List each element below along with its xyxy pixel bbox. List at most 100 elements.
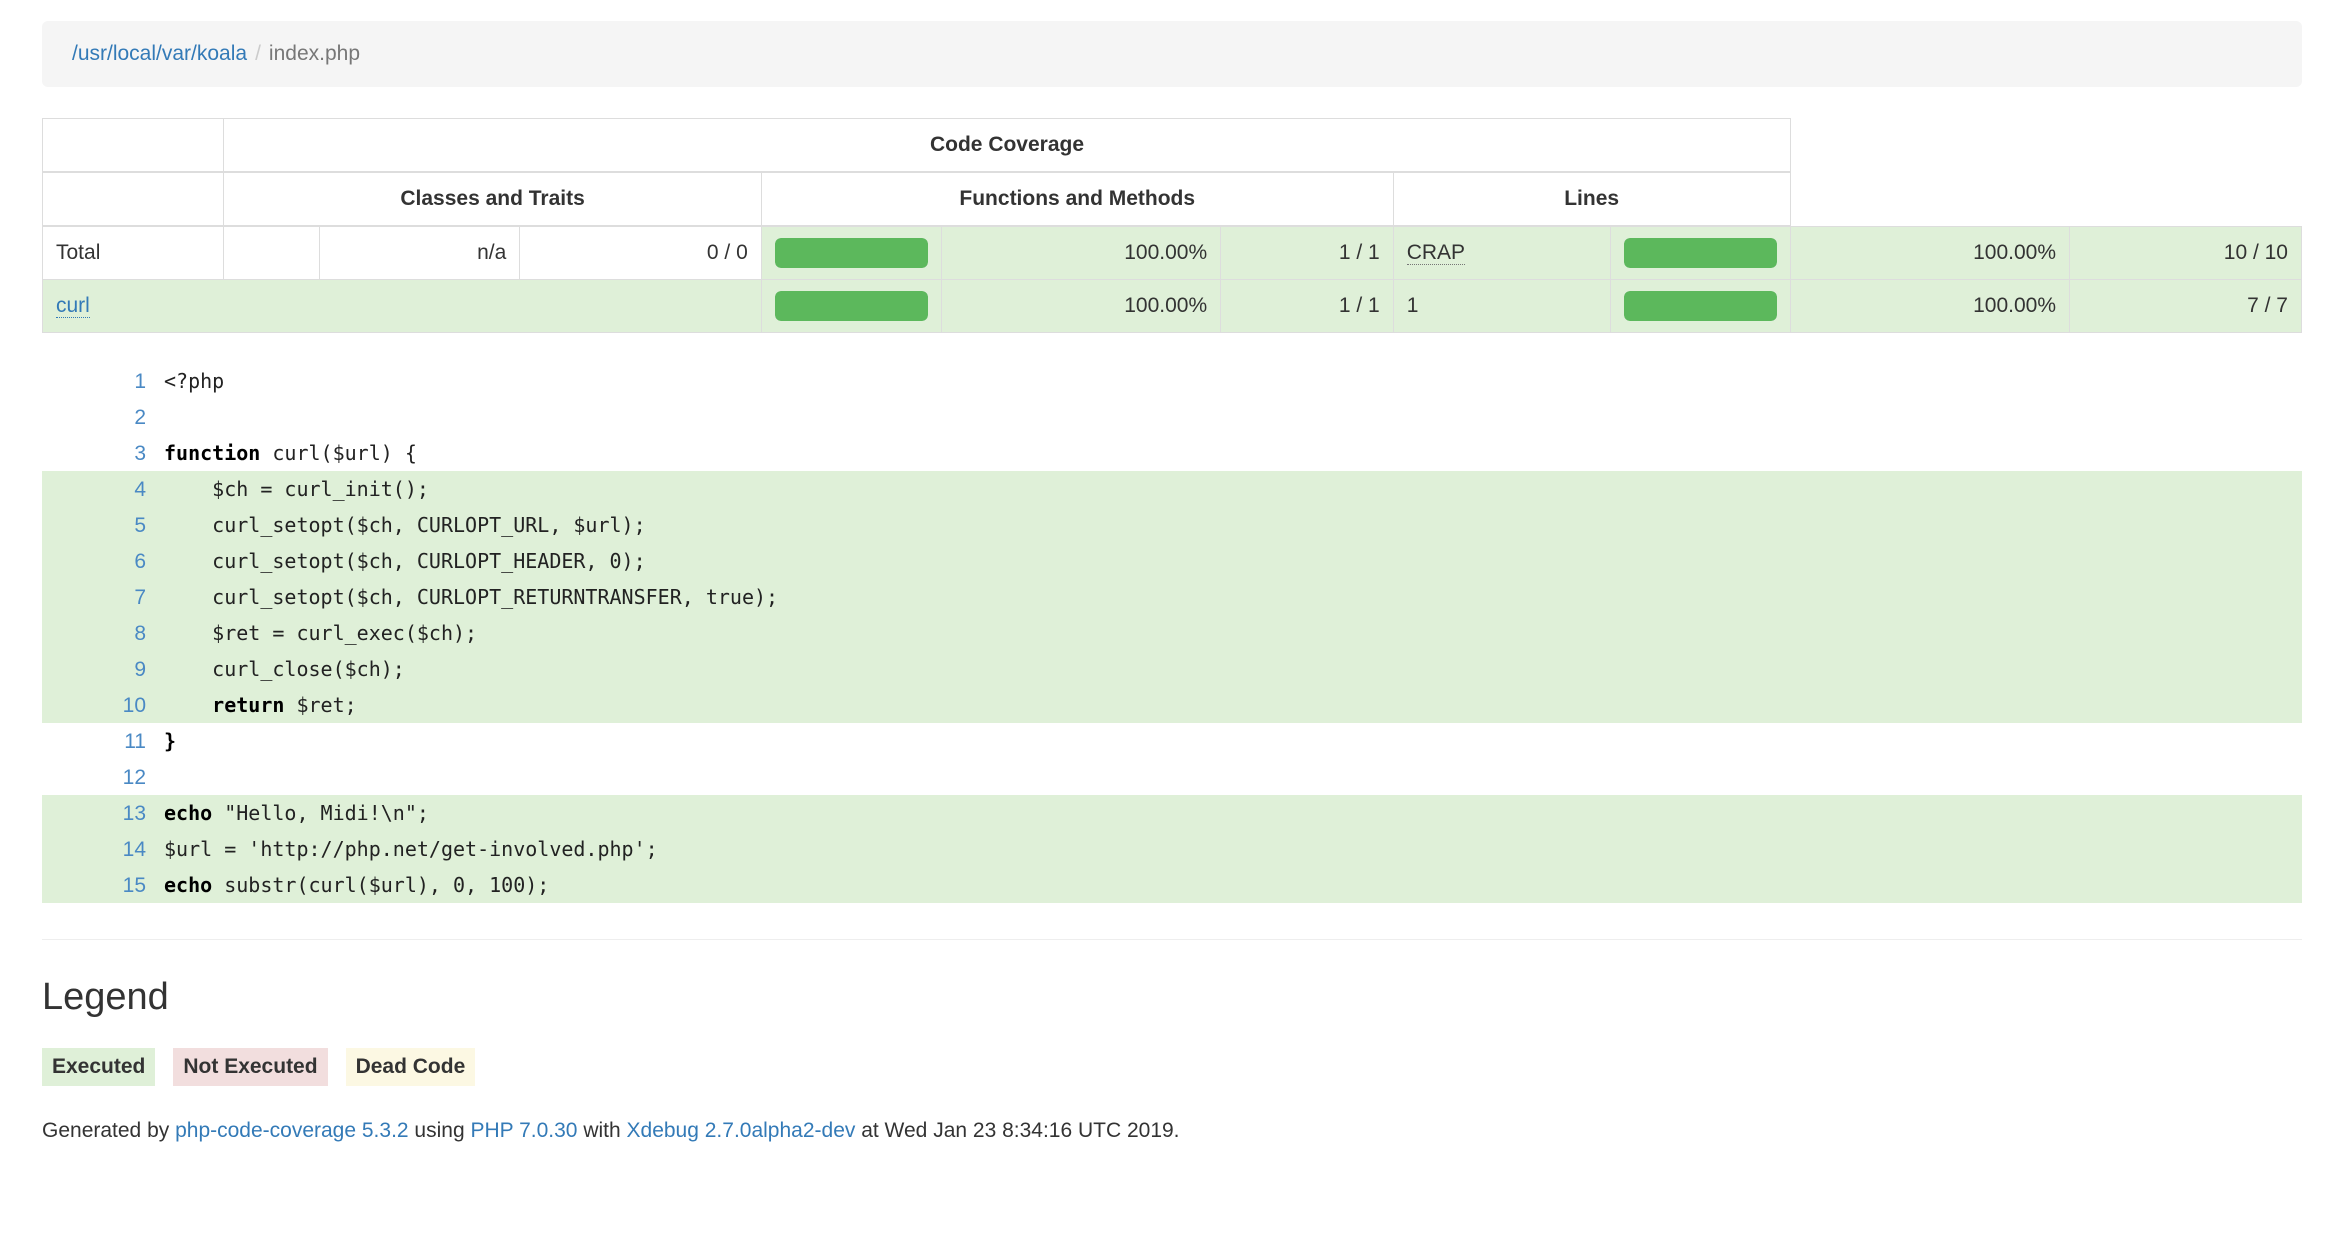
source-line-code: } — [162, 723, 2302, 759]
coverage-table-row: curl100.00%1 / 11100.00%7 / 7 — [43, 280, 2302, 333]
source-line-code: curl_setopt($ch, CURLOPT_RETURNTRANSFER,… — [162, 579, 2302, 615]
coverage-summary-table: Code Coverage Classes and Traits Functio… — [42, 118, 2302, 333]
functions-progress-track — [775, 238, 928, 268]
page-container: /usr/local/var/koala/index.php Code Cove… — [21, 21, 2323, 1146]
source-line-number[interactable]: 8 — [42, 615, 162, 651]
lines-progress-cell — [1610, 280, 1790, 333]
source-line-number[interactable]: 4 — [42, 471, 162, 507]
source-line-code: $ch = curl_init(); — [162, 471, 2302, 507]
header-blank-corner-2 — [43, 172, 224, 226]
footer-link-php[interactable]: PHP 7.0.30 — [470, 1119, 577, 1142]
source-line-code: $url = 'http://php.net/get-involved.php'… — [162, 831, 2302, 867]
source-line-code: $ret = curl_exec($ch); — [162, 615, 2302, 651]
functions-percent: 100.00% — [941, 280, 1220, 333]
coverage-table-row: Totaln/a0 / 0100.00%1 / 1CRAP100.00%10 /… — [43, 226, 2302, 280]
lines-ratio: 10 / 10 — [2070, 226, 2302, 280]
source-keyword: echo — [164, 873, 212, 897]
source-line-number[interactable]: 15 — [42, 867, 162, 903]
source-line-number[interactable]: 3 — [42, 435, 162, 471]
header-functions-and-methods: Functions and Methods — [761, 172, 1393, 226]
functions-progress-bar — [775, 238, 928, 268]
source-line-number[interactable]: 5 — [42, 507, 162, 543]
coverage-table-head: Code Coverage Classes and Traits Functio… — [43, 119, 2302, 227]
source-line-row: 3function curl($url) { — [42, 435, 2302, 471]
coverage-table-body: Totaln/a0 / 0100.00%1 / 1CRAP100.00%10 /… — [43, 226, 2302, 333]
source-line-row: 5 curl_setopt($ch, CURLOPT_URL, $url); — [42, 507, 2302, 543]
breadcrumb: /usr/local/var/koala/index.php — [42, 21, 2302, 87]
source-line-code: echo substr(curl($url), 0, 100); — [162, 867, 2302, 903]
crap-cell: 1 — [1393, 280, 1610, 333]
source-line-row: 8 $ret = curl_exec($ch); — [42, 615, 2302, 651]
functions-progress-cell — [761, 226, 941, 280]
source-line-row: 2 — [42, 399, 2302, 435]
footer-generated-note: Generated by php-code-coverage 5.3.2 usi… — [42, 1116, 2302, 1146]
functions-ratio: 1 / 1 — [1221, 226, 1394, 280]
source-line-code: <?php — [162, 363, 2302, 399]
classes-chart-cell — [224, 226, 320, 280]
lines-progress-cell — [1610, 226, 1790, 280]
lines-progress-track — [1624, 291, 1777, 321]
source-line-number[interactable]: 14 — [42, 831, 162, 867]
legend-not-executed: Not Executed — [173, 1048, 327, 1086]
crap-abbr[interactable]: CRAP — [1407, 241, 1465, 265]
lines-progress-bar — [1624, 291, 1777, 321]
crap-cell[interactable]: CRAP — [1393, 226, 1610, 280]
legend-executed: Executed — [42, 1048, 155, 1086]
coverage-row-link-curl[interactable]: curl — [56, 294, 90, 318]
source-line-number[interactable]: 7 — [42, 579, 162, 615]
breadcrumb-current: index.php — [269, 42, 360, 65]
source-line-code: return $ret; — [162, 687, 2302, 723]
coverage-report-page: /usr/local/var/koala/index.php Code Cove… — [0, 21, 2344, 1146]
source-keyword: return — [164, 693, 284, 717]
breadcrumb-link-root[interactable]: /usr/local/var/koala — [72, 42, 247, 65]
lines-percent: 100.00% — [1790, 280, 2069, 333]
footer-prefix: Generated by — [42, 1119, 175, 1142]
source-line-number[interactable]: 12 — [42, 759, 162, 795]
source-keyword: function — [164, 441, 260, 465]
source-line-code: curl_close($ch); — [162, 651, 2302, 687]
functions-progress-cell — [761, 280, 941, 333]
legend-dead-code: Dead Code — [346, 1048, 476, 1086]
source-line-number[interactable]: 2 — [42, 399, 162, 435]
breadcrumb-separator: / — [247, 42, 269, 65]
source-line-code: function curl($url) { — [162, 435, 2302, 471]
source-line-row: 10 return $ret; — [42, 687, 2302, 723]
source-keyword: echo — [164, 801, 212, 825]
lines-ratio: 7 / 7 — [2070, 280, 2302, 333]
source-line-row: 12 — [42, 759, 2302, 795]
lines-percent: 100.00% — [1790, 226, 2069, 280]
source-line-number[interactable]: 1 — [42, 363, 162, 399]
classes-ratio: 0 / 0 — [520, 226, 761, 280]
source-line-row: 6 curl_setopt($ch, CURLOPT_HEADER, 0); — [42, 543, 2302, 579]
source-line-number[interactable]: 11 — [42, 723, 162, 759]
classes-percent: n/a — [320, 226, 520, 280]
source-line-row: 14$url = 'http://php.net/get-involved.ph… — [42, 831, 2302, 867]
source-line-code: curl_setopt($ch, CURLOPT_HEADER, 0); — [162, 543, 2302, 579]
lines-progress-bar — [1624, 238, 1777, 268]
source-code-table: 1<?php23function curl($url) {4 $ch = cur… — [42, 363, 2302, 903]
source-line-row: 11} — [42, 723, 2302, 759]
functions-percent: 100.00% — [941, 226, 1220, 280]
source-line-row: 7 curl_setopt($ch, CURLOPT_RETURNTRANSFE… — [42, 579, 2302, 615]
source-line-number[interactable]: 6 — [42, 543, 162, 579]
legend-row: Executed Not Executed Dead Code — [42, 1048, 2302, 1086]
header-lines: Lines — [1393, 172, 1790, 226]
coverage-row-name[interactable]: curl — [43, 280, 762, 333]
functions-progress-bar — [775, 291, 928, 321]
header-blank-corner — [43, 119, 224, 173]
source-line-number[interactable]: 9 — [42, 651, 162, 687]
coverage-header-row-columns: Classes and Traits Functions and Methods… — [43, 172, 2302, 226]
source-line-code — [162, 399, 2302, 435]
coverage-header-row-group: Code Coverage — [43, 119, 2302, 173]
source-line-code: curl_setopt($ch, CURLOPT_URL, $url); — [162, 507, 2302, 543]
source-line-number[interactable]: 10 — [42, 687, 162, 723]
footer-link-xdebug[interactable]: Xdebug 2.7.0alpha2-dev — [627, 1119, 856, 1142]
source-line-row: 4 $ch = curl_init(); — [42, 471, 2302, 507]
source-line-number[interactable]: 13 — [42, 795, 162, 831]
footer-mid-1: using — [409, 1119, 471, 1142]
header-classes-and-traits: Classes and Traits — [224, 172, 761, 226]
source-line-row: 13echo "Hello, Midi!\n"; — [42, 795, 2302, 831]
footer-suffix: at Wed Jan 23 8:34:16 UTC 2019. — [855, 1119, 1179, 1142]
footer-link-php-code-coverage[interactable]: php-code-coverage 5.3.2 — [175, 1119, 409, 1142]
lines-progress-track — [1624, 238, 1777, 268]
